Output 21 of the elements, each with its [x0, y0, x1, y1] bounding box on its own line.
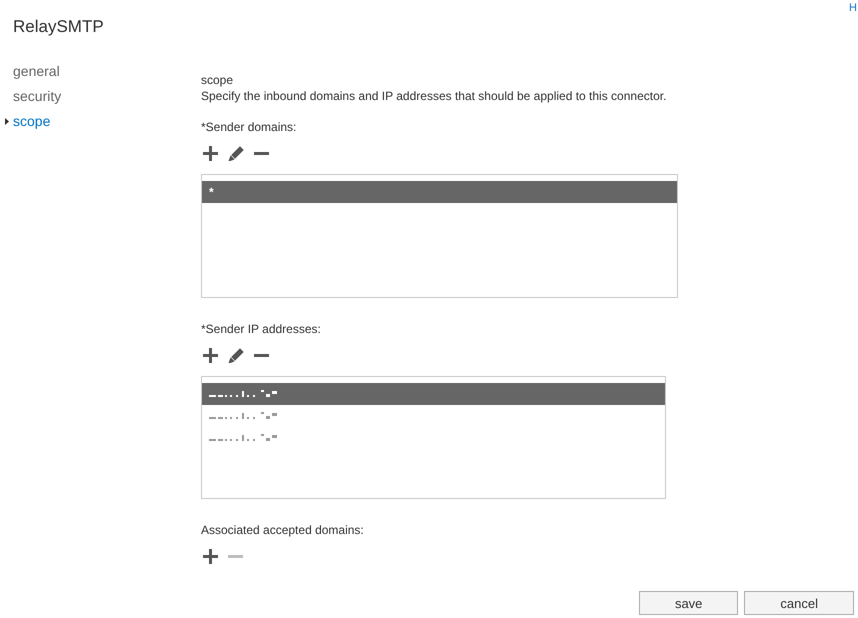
minus-icon[interactable]	[254, 354, 269, 356]
help-link[interactable]: H	[849, 2, 857, 14]
dialog-button[interactable]: cancel	[744, 591, 854, 615]
plus-icon[interactable]	[203, 146, 218, 160]
nav-item[interactable]: general	[0, 59, 60, 84]
section-heading: scope	[201, 72, 234, 88]
nav-item[interactable]: security	[0, 84, 62, 109]
field-label: Associated accepted domains:	[201, 522, 365, 538]
nav-item[interactable]: scope	[0, 109, 50, 134]
section-description: Specify the inbound domains and IP addresses that should be applied to this connector.	[201, 88, 668, 104]
field-label: *Sender domains:	[201, 119, 298, 135]
window-title: RelaySMTP	[13, 17, 104, 37]
pencil-icon[interactable]	[228, 347, 244, 363]
selected-arrow-icon	[5, 118, 9, 125]
field-label: *Sender IP addresses:	[201, 321, 322, 337]
list-row[interactable]: *	[202, 181, 677, 203]
dialog-button[interactable]: save	[638, 591, 738, 615]
plus-icon[interactable]	[203, 548, 218, 564]
plus-icon[interactable]	[203, 348, 218, 362]
pencil-icon[interactable]	[228, 145, 244, 161]
minus-icon[interactable]	[254, 152, 269, 154]
